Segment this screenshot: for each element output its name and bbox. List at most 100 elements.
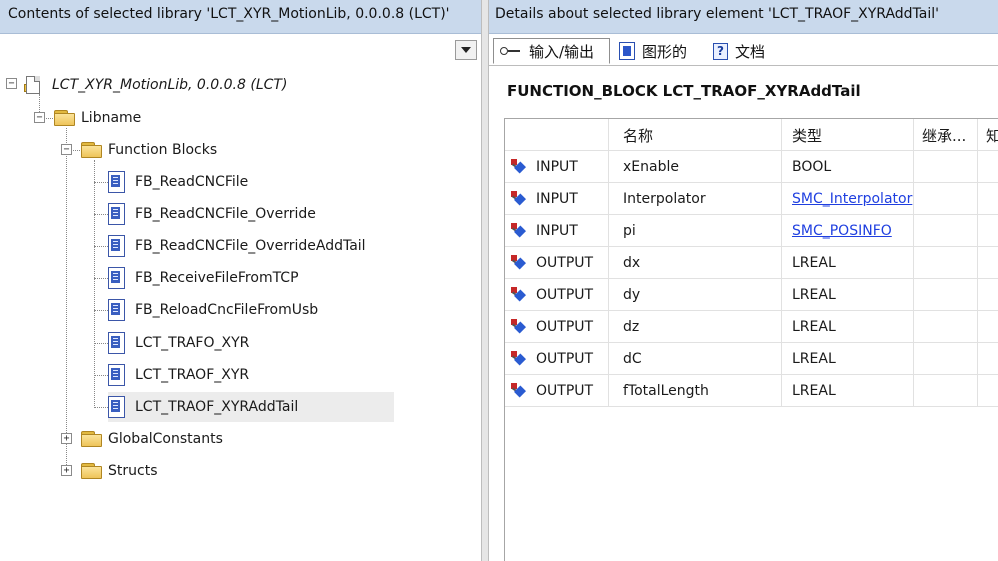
header-cell-extra[interactable]: 知 bbox=[978, 119, 998, 151]
cell-name: dx bbox=[609, 247, 782, 279]
cell-type: LREAL bbox=[782, 311, 914, 343]
tree-item-global-constants[interactable]: GlobalConstants bbox=[81, 424, 223, 454]
table-row[interactable]: INPUT pi SMC_POSINFO bbox=[505, 215, 998, 247]
input-var-icon bbox=[511, 223, 527, 239]
tree-item-label: LCT_TRAFO_XYR bbox=[135, 335, 250, 351]
element-details-pane: Details about selected library element '… bbox=[489, 0, 998, 561]
tree-item-fb[interactable]: FB_ReadCNCFile_Override bbox=[108, 199, 388, 229]
cell-type: BOOL bbox=[782, 151, 914, 183]
tree-item-structs[interactable]: Structs bbox=[81, 456, 158, 486]
cell-extra bbox=[978, 343, 998, 375]
cell-kind: OUTPUT bbox=[505, 343, 609, 375]
cell-kind: OUTPUT bbox=[505, 279, 609, 311]
function-block-icon bbox=[108, 299, 125, 321]
cell-kind: OUTPUT bbox=[505, 375, 609, 407]
tree-expand-global-constants-icon[interactable]: + bbox=[61, 433, 72, 444]
element-details-header: Details about selected library element '… bbox=[489, 0, 998, 34]
cell-extra bbox=[978, 311, 998, 343]
table-row[interactable]: INPUT xEnable BOOL bbox=[505, 151, 998, 183]
tree-connector bbox=[94, 214, 108, 215]
header-cell-type[interactable]: 类型 bbox=[782, 119, 914, 151]
cell-name: dC bbox=[609, 343, 782, 375]
tree-item-fb[interactable]: LCT_TRAOF_XYR bbox=[108, 360, 388, 390]
cell-inherit bbox=[914, 215, 978, 247]
library-dropdown-button[interactable] bbox=[455, 40, 477, 60]
library-icon bbox=[24, 75, 44, 95]
output-var-icon bbox=[511, 383, 527, 399]
cell-inherit bbox=[914, 151, 978, 183]
tab-documentation[interactable]: ? 文档 bbox=[707, 38, 781, 64]
header-cell-inherit[interactable]: 继承... bbox=[914, 119, 978, 151]
function-block-icon bbox=[108, 332, 125, 354]
type-link[interactable]: SMC_POSINFO bbox=[792, 223, 892, 239]
io-variables-table: 名称 类型 继承... 知 INPUT xEnable BOOL INPUT Inter… bbox=[504, 118, 998, 561]
cell-kind: INPUT bbox=[505, 183, 609, 215]
tree-item-libname[interactable]: Libname bbox=[54, 103, 141, 133]
tree-item-fb[interactable]: FB_ReadCNCFile_OverrideAddTail bbox=[108, 231, 388, 261]
folder-icon bbox=[81, 431, 102, 447]
function-block-icon bbox=[108, 171, 125, 193]
tree-item-label: LCT_TRAOF_XYR bbox=[135, 367, 250, 383]
tab-inputs-outputs[interactable]: 输入/输出 bbox=[493, 38, 610, 64]
chevron-down-icon bbox=[461, 47, 471, 53]
tree-item-fb-selected[interactable]: LCT_TRAOF_XYRAddTail bbox=[108, 392, 394, 422]
tree-collapse-libname-icon[interactable]: − bbox=[34, 112, 45, 123]
table-row[interactable]: OUTPUT dy LREAL bbox=[505, 279, 998, 311]
cell-name: dy bbox=[609, 279, 782, 311]
tree-item-fb[interactable]: FB_ReceiveFileFromTCP bbox=[108, 263, 388, 293]
table-row[interactable]: INPUT Interpolator SMC_Interpolator bbox=[505, 183, 998, 215]
tree-connector bbox=[94, 310, 108, 311]
tab-label: 输入/输出 bbox=[529, 42, 595, 61]
header-cell-name[interactable]: 名称 bbox=[609, 119, 782, 151]
input-var-icon bbox=[511, 159, 527, 175]
tree-item-root-library[interactable]: LCT_XYR_MotionLib, 0.0.0.8 (LCT) bbox=[24, 70, 287, 100]
cell-type: LREAL bbox=[782, 375, 914, 407]
table-row[interactable]: OUTPUT dx LREAL bbox=[505, 247, 998, 279]
tab-graphical[interactable]: 图形的 bbox=[613, 38, 703, 64]
output-var-icon bbox=[511, 351, 527, 367]
cell-kind: INPUT bbox=[505, 151, 609, 183]
header-cell-kind bbox=[505, 119, 609, 151]
tree-item-function-blocks[interactable]: Function Blocks bbox=[81, 135, 217, 165]
library-contents-pane: Contents of selected library 'LCT_XYR_Mo… bbox=[0, 0, 481, 561]
tree-item-label: Libname bbox=[81, 110, 142, 126]
type-text: LREAL bbox=[792, 287, 836, 303]
tree-connector bbox=[94, 278, 108, 279]
tree-item-label: FB_ReadCNCFile_OverrideAddTail bbox=[135, 238, 366, 254]
tree-item-label: FB_ReceiveFileFromTCP bbox=[135, 270, 299, 286]
tree-connector bbox=[94, 182, 108, 183]
tree-item-fb[interactable]: LCT_TRAFO_XYR bbox=[108, 328, 388, 358]
cell-inherit bbox=[914, 311, 978, 343]
cell-extra bbox=[978, 375, 998, 407]
cell-kind-text: INPUT bbox=[536, 159, 578, 175]
tree-item-label: LCT_TRAOF_XYRAddTail bbox=[135, 399, 299, 415]
cell-kind: INPUT bbox=[505, 215, 609, 247]
folder-icon bbox=[81, 463, 102, 479]
cell-name: dz bbox=[609, 311, 782, 343]
cell-kind: OUTPUT bbox=[505, 311, 609, 343]
cell-type: LREAL bbox=[782, 343, 914, 375]
tree-connector bbox=[94, 375, 108, 376]
type-text: LREAL bbox=[792, 351, 836, 367]
type-text: LREAL bbox=[792, 319, 836, 335]
type-link[interactable]: SMC_Interpolator bbox=[792, 191, 912, 207]
cell-kind-text: INPUT bbox=[536, 223, 578, 239]
tree-expand-structs-icon[interactable]: + bbox=[61, 465, 72, 476]
details-tab-bar: 输入/输出 图形的 ? 文档 bbox=[489, 36, 998, 66]
cell-name: Interpolator bbox=[609, 183, 782, 215]
pane-splitter[interactable] bbox=[481, 0, 489, 561]
tree-collapse-function-blocks-icon[interactable]: − bbox=[61, 144, 72, 155]
folder-icon bbox=[54, 110, 75, 126]
tree-collapse-root-icon[interactable]: − bbox=[6, 78, 17, 89]
tree-item-fb[interactable]: FB_ReadCNCFile bbox=[108, 167, 388, 197]
tree-connector bbox=[94, 407, 108, 408]
table-row[interactable]: OUTPUT dC LREAL bbox=[505, 343, 998, 375]
folder-icon bbox=[81, 142, 102, 158]
table-row[interactable]: OUTPUT fTotalLength LREAL bbox=[505, 375, 998, 407]
table-row[interactable]: OUTPUT dz LREAL bbox=[505, 311, 998, 343]
tab-label: 图形的 bbox=[642, 42, 688, 61]
tree-item-label: Structs bbox=[108, 463, 158, 479]
tree-item-label: FB_ReadCNCFile_Override bbox=[135, 206, 316, 222]
tree-item-fb[interactable]: FB_ReloadCncFileFromUsb bbox=[108, 295, 388, 325]
input-output-icon bbox=[500, 45, 522, 57]
